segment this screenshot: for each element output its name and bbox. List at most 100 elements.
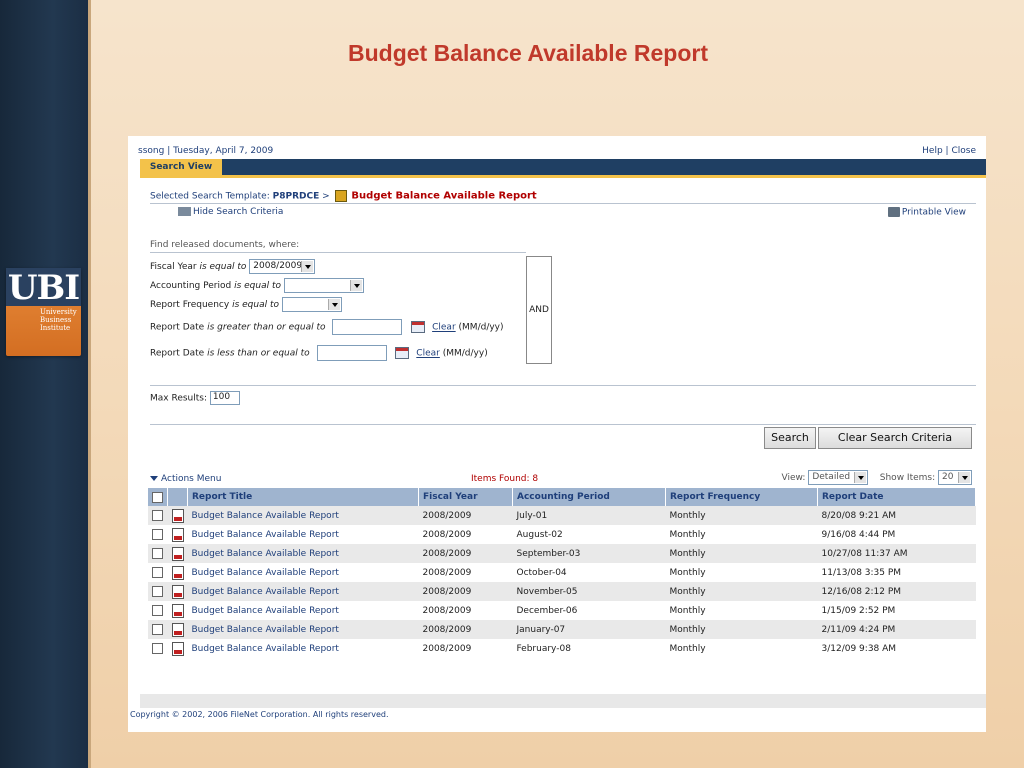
- row-checkbox[interactable]: [152, 510, 163, 521]
- row-report-title[interactable]: Budget Balance Available Report: [187, 525, 419, 544]
- logo-subtitle: University Business Institute: [40, 308, 77, 332]
- fiscal-year-select[interactable]: 2008/2009: [249, 259, 316, 274]
- col-fiscal-year[interactable]: Fiscal Year: [418, 488, 513, 506]
- row-select-cell: [148, 620, 168, 639]
- row-checkbox[interactable]: [152, 548, 163, 559]
- row-checkbox[interactable]: [152, 624, 163, 635]
- and-operator-box[interactable]: AND: [526, 256, 552, 364]
- results-table: Report Title Fiscal Year Accounting Peri…: [148, 488, 976, 658]
- row-icon-cell: [167, 525, 188, 544]
- row-select-cell: [148, 601, 168, 620]
- row-report-title[interactable]: Budget Balance Available Report: [187, 601, 419, 620]
- report-date-from-input[interactable]: [332, 319, 403, 335]
- items-found-count: Items Found: 8: [471, 474, 539, 484]
- calendar-icon[interactable]: [395, 347, 410, 359]
- col-report-frequency[interactable]: Report Frequency: [665, 488, 818, 506]
- criteria-intro: Find released documents, where:: [150, 240, 300, 250]
- row-report-frequency: Monthly: [665, 544, 818, 563]
- row-report-title[interactable]: Budget Balance Available Report: [187, 544, 419, 563]
- row-report-frequency: Monthly: [665, 563, 818, 582]
- row-report-date: 11/13/08 3:35 PM: [817, 563, 976, 582]
- row-report-date: 10/27/08 11:37 AM: [817, 544, 976, 563]
- pdf-document-icon: [171, 603, 184, 618]
- max-results-row: Max Results: 100: [150, 391, 240, 405]
- divider: [150, 385, 976, 386]
- help-link[interactable]: Help: [922, 146, 943, 156]
- divider: [150, 424, 976, 425]
- row-checkbox[interactable]: [152, 643, 163, 654]
- row-report-title[interactable]: Budget Balance Available Report: [187, 506, 419, 525]
- row-fiscal-year: 2008/2009: [418, 544, 513, 563]
- pdf-document-icon: [171, 584, 184, 599]
- row-report-date: 3/12/09 9:38 AM: [817, 639, 976, 658]
- row-fiscal-year: 2008/2009: [418, 639, 513, 658]
- accounting-period-select[interactable]: [283, 278, 364, 293]
- fiscal-year-row: Fiscal Year is equal to 2008/2009: [150, 259, 316, 274]
- user-date-line: ssong | Tuesday, April 7, 2009: [138, 146, 274, 156]
- divider: [150, 203, 976, 204]
- caret-down-icon: [150, 476, 158, 481]
- calendar-icon[interactable]: [411, 321, 426, 333]
- clear-search-criteria-button[interactable]: Clear Search Criteria: [818, 427, 972, 449]
- table-row: Budget Balance Available Report 2008/2009…: [148, 639, 976, 658]
- row-report-date: 12/16/08 2:12 PM: [817, 582, 976, 601]
- col-report-title[interactable]: Report Title: [187, 488, 419, 506]
- table-row: Budget Balance Available Report 2008/2009…: [148, 563, 976, 582]
- pdf-document-icon: [171, 565, 184, 580]
- select-all-cell: [148, 488, 168, 506]
- row-icon-cell: [167, 563, 188, 582]
- row-report-frequency: Monthly: [665, 582, 818, 601]
- row-fiscal-year: 2008/2009: [418, 506, 513, 525]
- template-code[interactable]: P8PRDCE: [273, 192, 320, 202]
- actions-menu[interactable]: Actions Menu: [150, 474, 221, 484]
- pdf-document-icon: [171, 527, 184, 542]
- col-report-date[interactable]: Report Date: [817, 488, 976, 506]
- clear-date-from-link[interactable]: Clear: [432, 323, 456, 333]
- row-checkbox[interactable]: [152, 586, 163, 597]
- table-header-row: Report Title Fiscal Year Accounting Peri…: [148, 488, 976, 506]
- report-frequency-select[interactable]: [281, 297, 342, 312]
- row-fiscal-year: 2008/2009: [418, 525, 513, 544]
- row-report-title[interactable]: Budget Balance Available Report: [187, 582, 419, 601]
- template-name: Budget Balance Available Report: [351, 190, 537, 202]
- printable-view-link[interactable]: Printable View: [887, 207, 966, 218]
- row-report-title[interactable]: Budget Balance Available Report: [187, 639, 419, 658]
- row-accounting-period: January-07: [512, 620, 666, 639]
- row-checkbox[interactable]: [152, 605, 163, 616]
- row-report-title[interactable]: Budget Balance Available Report: [187, 620, 419, 639]
- row-report-frequency: Monthly: [665, 601, 818, 620]
- row-report-frequency: Monthly: [665, 525, 818, 544]
- hide-search-criteria-link[interactable]: Hide Search Criteria: [178, 207, 283, 217]
- help-close-links: Help | Close: [922, 146, 976, 156]
- row-report-frequency: Monthly: [665, 639, 818, 658]
- tab-search-view[interactable]: Search View: [140, 159, 222, 175]
- row-report-date: 2/11/09 4:24 PM: [817, 620, 976, 639]
- row-report-title[interactable]: Budget Balance Available Report: [187, 563, 419, 582]
- row-checkbox[interactable]: [152, 567, 163, 578]
- selected-template-line: Selected Search Template: P8PRDCE > Budg…: [150, 190, 537, 202]
- row-checkbox[interactable]: [152, 529, 163, 540]
- results-body: Budget Balance Available Report 2008/2009…: [148, 506, 976, 658]
- row-select-cell: [148, 563, 168, 582]
- clear-date-to-link[interactable]: Clear: [416, 349, 440, 359]
- col-accounting-period[interactable]: Accounting Period: [512, 488, 666, 506]
- row-fiscal-year: 2008/2009: [418, 601, 513, 620]
- view-select[interactable]: Detailed: [808, 470, 869, 485]
- search-content: Selected Search Template: P8PRDCE > Budg…: [140, 178, 986, 732]
- select-all-checkbox[interactable]: [152, 491, 163, 503]
- row-select-cell: [148, 525, 168, 544]
- search-button[interactable]: Search: [764, 427, 816, 449]
- chevron-down-icon: [854, 472, 867, 483]
- chevron-down-icon: [349, 280, 362, 291]
- max-results-input[interactable]: 100: [209, 391, 240, 405]
- report-frequency-row: Report Frequency is equal to: [150, 297, 342, 312]
- show-items-select[interactable]: 20: [938, 470, 972, 485]
- row-accounting-period: November-05: [512, 582, 666, 601]
- table-row: Budget Balance Available Report 2008/2009…: [148, 506, 976, 525]
- row-icon-cell: [167, 582, 188, 601]
- report-date-to-input[interactable]: [316, 345, 387, 361]
- tab-bar: Search View: [140, 159, 986, 178]
- close-link[interactable]: Close: [951, 146, 976, 156]
- chevron-down-icon: [327, 299, 340, 310]
- row-fiscal-year: 2008/2009: [418, 620, 513, 639]
